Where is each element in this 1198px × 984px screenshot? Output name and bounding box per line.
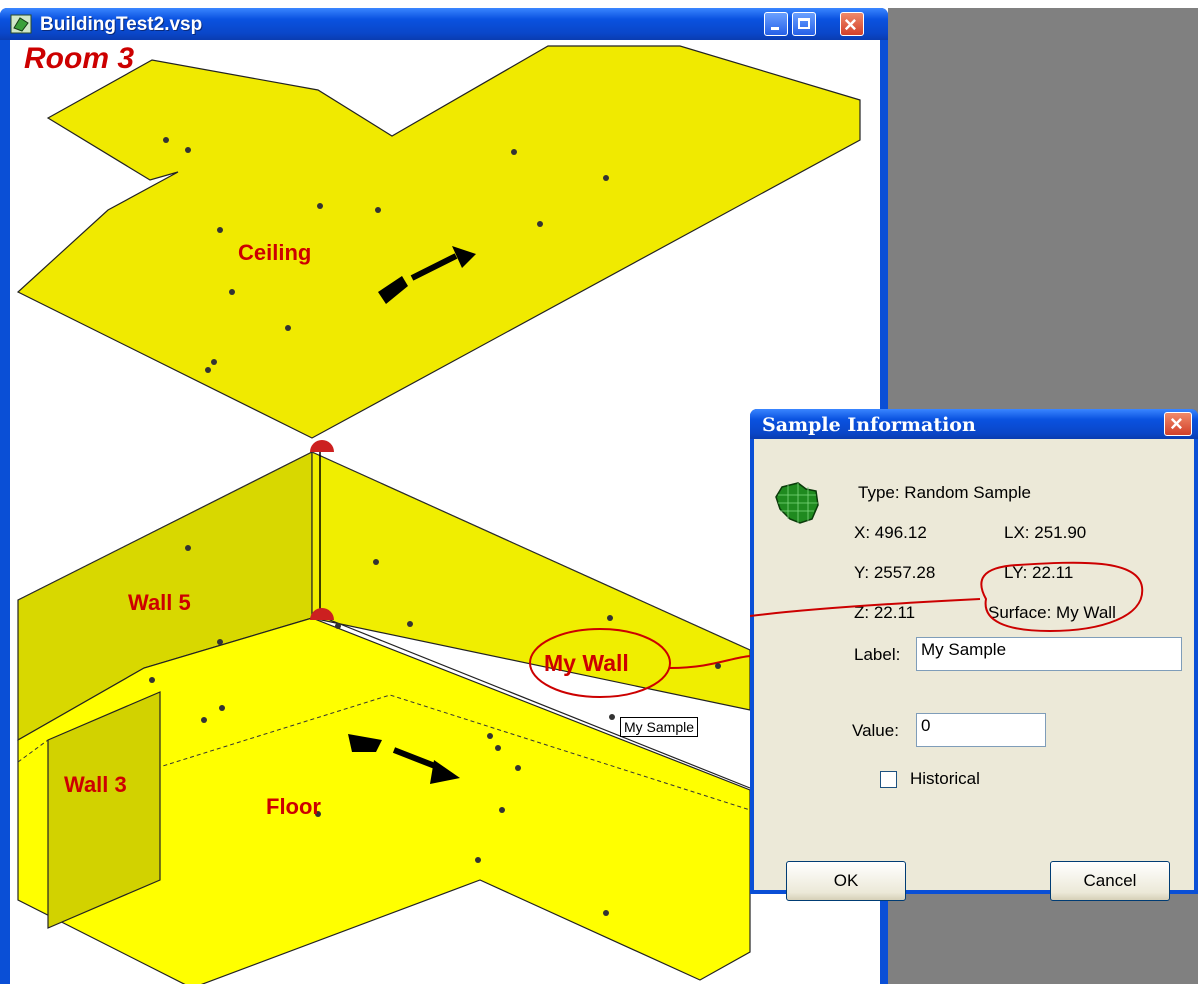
ceiling-label: Ceiling [238,240,311,265]
cancel-button[interactable]: Cancel [1050,861,1170,901]
dialog-titlebar[interactable]: Sample Information × [750,409,1198,439]
ok-button[interactable]: OK [786,861,906,901]
window-title: BuildingTest2.vsp [40,14,203,35]
sample-icon [775,482,819,524]
maximize-icon[interactable] [792,12,816,36]
label-caption: Label: [854,645,901,664]
sample-label-tag[interactable]: My Sample [620,717,699,737]
ly-value: LY: 22.11 [1004,563,1074,582]
floor-label: Floor [266,794,321,819]
sample-info-dialog: Sample Information × Type: Random Sample… [750,409,1198,901]
historical-checkbox[interactable] [880,771,897,788]
window-titlebar[interactable]: BuildingTest2.vsp × [0,8,888,40]
dialog-title: Sample Information [762,414,976,436]
app-icon [10,14,32,34]
minimize-icon[interactable] [764,12,788,36]
value-field[interactable]: 0 [916,713,1046,747]
z-value: Z: 22.11 [854,603,916,622]
sample-type: Type: Random Sample [858,483,1031,502]
label-field[interactable]: My Sample [916,637,1182,671]
wall3-label: Wall 3 [64,772,127,797]
dialog-body: Type: Random Sample X: 496.12 LX: 251.90… [754,439,1194,901]
x-value: X: 496.12 [854,523,927,542]
value-caption: Value: [852,721,899,740]
wall5-label: Wall 5 [128,590,191,615]
lx-value: LX: 251.90 [1004,523,1087,542]
close-icon[interactable]: × [1164,411,1192,436]
y-value: Y: 2557.28 [854,563,936,582]
ceiling-surface[interactable] [16,45,861,439]
my-wall-callout: My Wall [544,650,629,676]
close-icon[interactable]: × [840,12,864,37]
surface-value: Surface: My Wall [988,603,1116,622]
historical-label: Historical [910,769,980,788]
